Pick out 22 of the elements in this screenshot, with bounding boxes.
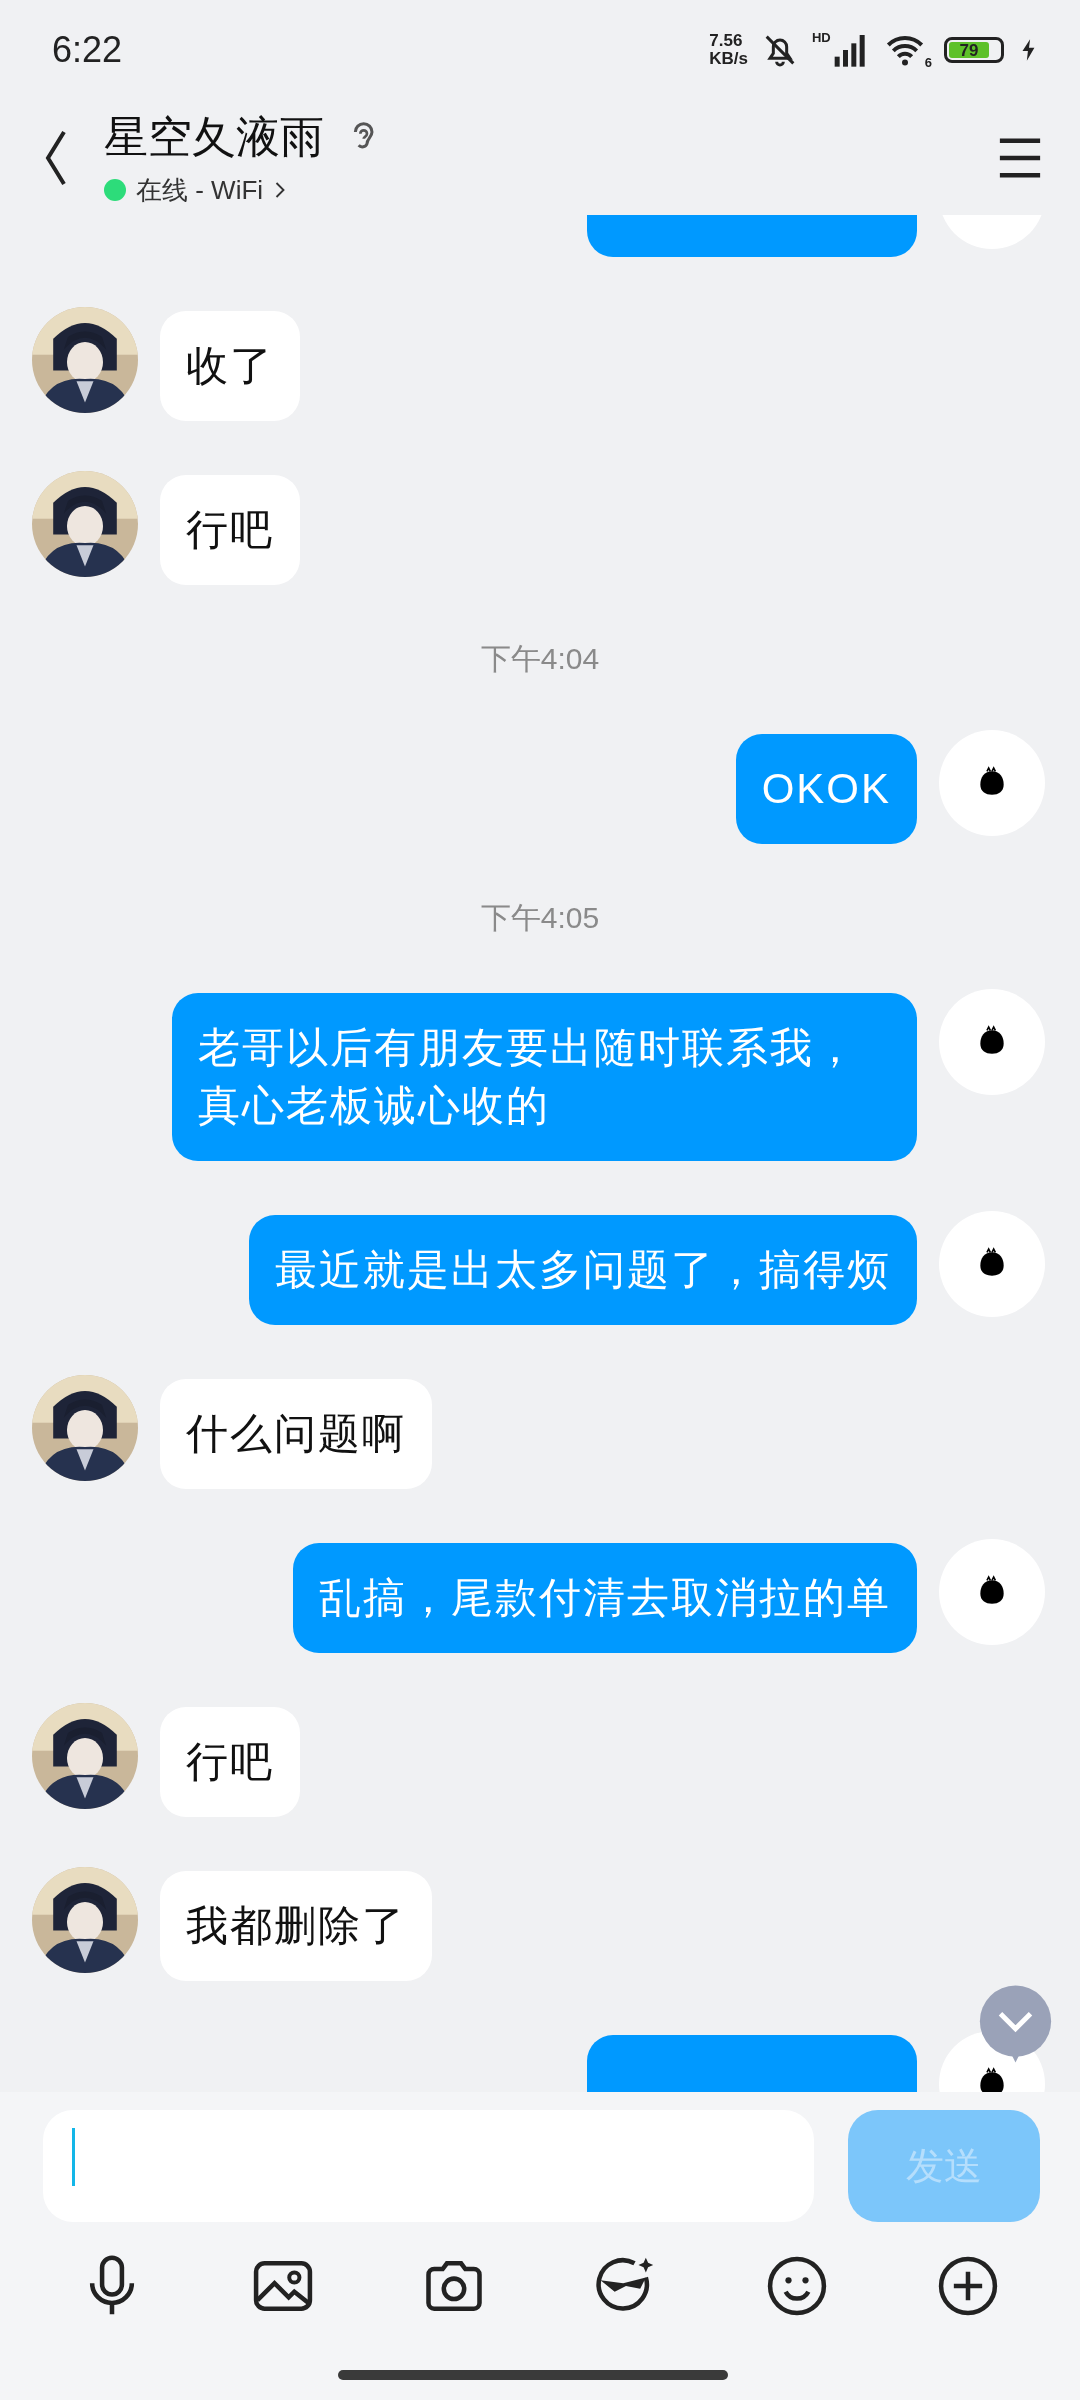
scroll-down-button[interactable] xyxy=(978,1983,1053,2065)
contact-name: 星空夂液雨 xyxy=(104,110,324,163)
message-bubble: 收了 xyxy=(160,311,300,421)
hd-label: HD xyxy=(812,30,831,45)
presence-status[interactable]: 在线 - WiFi xyxy=(136,172,264,208)
text-cursor xyxy=(72,2128,75,2186)
battery-level: 79 xyxy=(949,42,989,58)
message-bubble: 行吧 xyxy=(160,475,300,585)
message-bubble: 行吧 xyxy=(160,1707,300,1817)
message-bubble: 老哥以后有朋友要出随时联系我，真心老板诚心收的 xyxy=(172,993,917,1161)
clock-time: 6:22 xyxy=(52,29,123,71)
message-bubble: 什么问题啊 xyxy=(160,1379,432,1489)
message-bubble: 最近就是出太多问题了，搞得烦 xyxy=(249,1215,917,1325)
wifi-label: 6 xyxy=(924,55,932,70)
message-bubble: 乱搞，尾款付清去取消拉的单 xyxy=(293,1543,917,1653)
network-speed: 7.56 xyxy=(709,32,744,50)
timestamp: 下午4:04 xyxy=(480,641,600,677)
speed-unit: KB/s xyxy=(709,50,748,68)
message-bubble: OKOK xyxy=(735,734,917,844)
message-bubble: 我都删除了 xyxy=(160,1871,432,1981)
message-input[interactable] xyxy=(43,2110,814,2222)
timestamp: 下午4:05 xyxy=(480,900,600,936)
